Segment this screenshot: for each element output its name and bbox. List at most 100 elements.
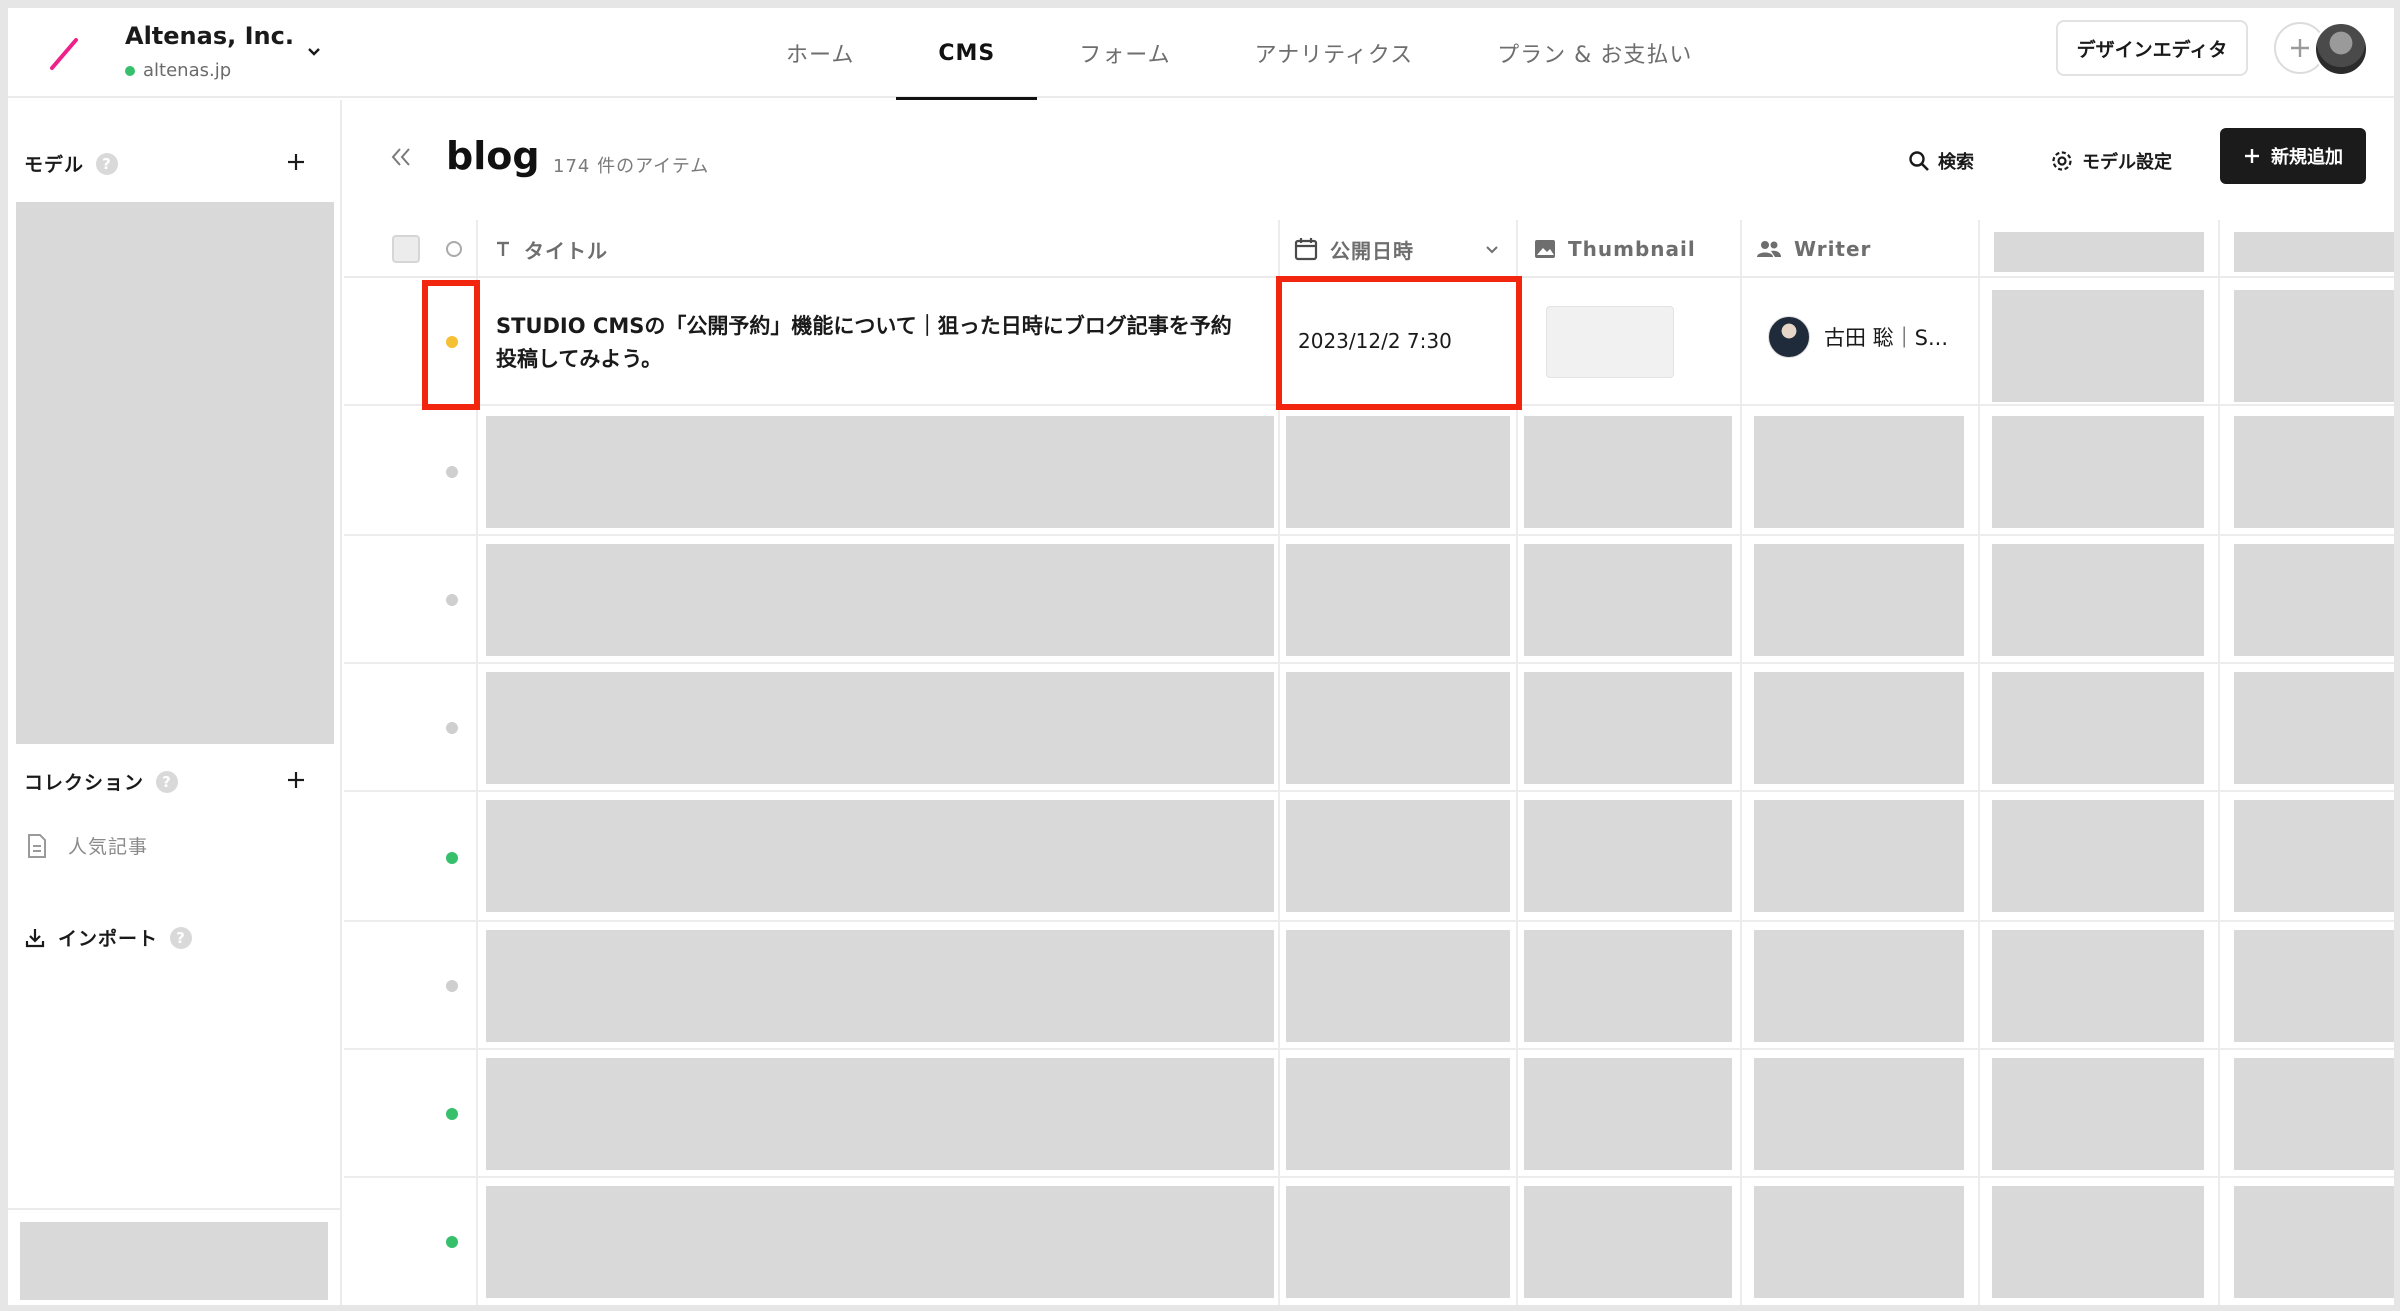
cell-placeholder: [2234, 1058, 2394, 1170]
search-button[interactable]: 検索: [1908, 136, 1974, 186]
collapse-sidebar-icon[interactable]: [388, 144, 414, 170]
cell-placeholder: [1286, 544, 1510, 656]
sidebar: モデル ? コレクション ? 人気記事 インポート ?: [8, 100, 342, 1305]
cell-placeholder: [2234, 930, 2394, 1042]
table-row[interactable]: [344, 664, 2394, 792]
download-icon: [25, 928, 45, 947]
cell-placeholder: [1286, 800, 1510, 912]
table-row[interactable]: [344, 792, 2394, 922]
nav-cms[interactable]: CMS: [896, 8, 1038, 100]
column-header-placeholder: [1994, 232, 2204, 272]
main-nav: ホーム CMS フォーム アナリティクス プラン & お支払い: [744, 8, 1734, 100]
cell-placeholder: [1524, 544, 1732, 656]
image-icon: [1535, 240, 1555, 258]
model-settings-label: モデル設定: [2082, 152, 2172, 173]
column-header-title[interactable]: タイトル: [494, 220, 608, 278]
collection-item-label: 人気記事: [68, 836, 149, 858]
add-model-plus-icon[interactable]: [284, 150, 308, 174]
help-icon[interactable]: ?: [156, 770, 179, 793]
models-heading: モデル ?: [24, 150, 119, 177]
sidebar-divider: [8, 1208, 340, 1210]
nav-home[interactable]: ホーム: [744, 8, 896, 98]
plus-icon: [2245, 149, 2259, 163]
collections-label: コレクション: [24, 772, 145, 794]
user-avatar[interactable]: [2314, 22, 2368, 76]
cell-placeholder: [1286, 1186, 1510, 1298]
cell-placeholder: [1754, 416, 1964, 528]
cell-placeholder: [486, 416, 1274, 528]
cell-placeholder: [486, 672, 1274, 784]
table-row[interactable]: [344, 1050, 2394, 1178]
highlight-status-box: [422, 280, 480, 410]
items-table: タイトル 公開日時 Thumbnail Writer STUDIO CMSの「公…: [344, 220, 2394, 1305]
cell-placeholder: [2234, 544, 2394, 656]
cell-placeholder: [486, 930, 1274, 1042]
cell-placeholder: [2234, 800, 2394, 912]
cell-placeholder: [1754, 672, 1964, 784]
org-domain-text: altenas.jp: [143, 60, 232, 81]
chevron-down-icon[interactable]: [304, 42, 324, 62]
item-count: 174 件のアイテム: [553, 156, 710, 177]
add-collection-plus-icon[interactable]: [284, 768, 308, 792]
cell-placeholder: [1754, 930, 1964, 1042]
studio-logo-icon[interactable]: [42, 32, 86, 76]
cell-placeholder: [1754, 1186, 1964, 1298]
import-link[interactable]: インポート ?: [24, 924, 193, 951]
collection-item-popular[interactable]: 人気記事: [26, 832, 148, 859]
cell-placeholder: [1524, 930, 1732, 1042]
nav-forms[interactable]: フォーム: [1037, 8, 1212, 98]
row-writer[interactable]: 古田 聡｜S...: [1768, 316, 1948, 358]
select-all-checkbox[interactable]: [392, 220, 420, 278]
collections-heading: コレクション ?: [24, 768, 179, 795]
writer-name: 古田 聡｜S...: [1824, 326, 1949, 350]
table-row[interactable]: [344, 408, 2394, 536]
cell-placeholder: [486, 1186, 1274, 1298]
status-draft-dot: [446, 594, 458, 606]
column-header-thumbnail[interactable]: Thumbnail: [1534, 220, 1696, 278]
table-header: タイトル 公開日時 Thumbnail Writer: [344, 220, 2394, 278]
help-icon[interactable]: ?: [170, 926, 193, 949]
nav-analytics[interactable]: アナリティクス: [1213, 8, 1456, 98]
cell-placeholder: [1754, 544, 1964, 656]
cell-placeholder: [1524, 800, 1732, 912]
status-draft-dot: [446, 980, 458, 992]
table-row[interactable]: [344, 536, 2394, 664]
app-window: Altenas, Inc. altenas.jp ホーム CMS フォーム アナ…: [8, 8, 2394, 1305]
sort-chevron-down-icon[interactable]: [1484, 241, 1500, 257]
import-label: インポート: [58, 928, 159, 950]
design-editor-button[interactable]: デザインエディタ: [2056, 20, 2248, 76]
org-name[interactable]: Altenas, Inc.: [125, 22, 294, 50]
cell-placeholder: [2234, 416, 2394, 528]
cell-placeholder: [1992, 1186, 2204, 1298]
status-draft-dot: [446, 722, 458, 734]
add-new-button[interactable]: 新規追加: [2220, 128, 2366, 184]
writer-avatar: [1768, 316, 1810, 358]
column-header-writer[interactable]: Writer: [1756, 220, 1871, 278]
nav-billing[interactable]: プラン & お支払い: [1455, 8, 1734, 98]
calendar-icon: [1294, 238, 1318, 261]
cell-placeholder: [1754, 1058, 1964, 1170]
cell-placeholder: [1992, 800, 2204, 912]
table-row[interactable]: [344, 1178, 2394, 1305]
search-label: 検索: [1938, 152, 1974, 173]
row-thumbnail[interactable]: [1546, 306, 1674, 378]
column-header-published[interactable]: 公開日時: [1294, 220, 1500, 278]
cell-placeholder: [1992, 290, 2204, 402]
cell-placeholder: [1992, 930, 2204, 1042]
cell-placeholder: [1992, 1058, 2204, 1170]
cell-placeholder: [1286, 930, 1510, 1042]
page-title: blog: [446, 134, 540, 178]
cell-placeholder: [1754, 800, 1964, 912]
model-settings-button[interactable]: モデル設定: [2050, 136, 2172, 186]
table-row[interactable]: [344, 922, 2394, 1050]
models-label: モデル: [24, 154, 85, 176]
org-domain: altenas.jp: [125, 60, 231, 81]
people-icon: [1757, 241, 1781, 257]
help-icon[interactable]: ?: [96, 152, 119, 175]
cell-placeholder: [1524, 416, 1732, 528]
text-type-icon: [497, 241, 509, 256]
column-published-label: 公開日時: [1330, 238, 1414, 263]
cell-placeholder: [2234, 672, 2394, 784]
row-title[interactable]: STUDIO CMSの「公開予約」機能について｜狙った日時にブログ記事を予約投稿…: [496, 310, 1236, 376]
online-status-dot: [125, 65, 135, 76]
